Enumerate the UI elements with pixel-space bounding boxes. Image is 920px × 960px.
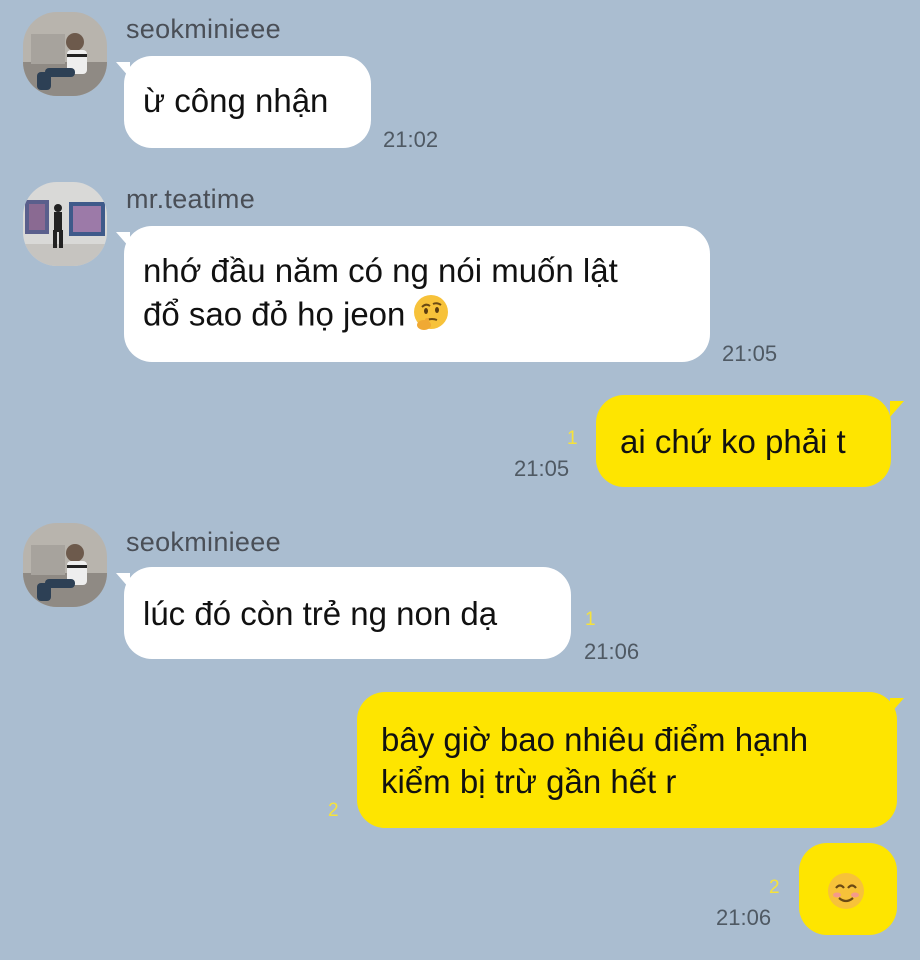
- message-timestamp: 21:06: [584, 639, 640, 664]
- message-text-line-1: nhớ đầu năm có ng nói muốn lật: [143, 252, 618, 289]
- smiling-face-emoji-icon: [826, 871, 866, 921]
- message-text: ừ công nhận: [143, 82, 329, 119]
- bubble-tail: [116, 573, 130, 589]
- message-text-line-1: bây giờ bao nhiêu điểm hạnh: [381, 721, 809, 758]
- message-timestamp: 21:02: [383, 127, 439, 152]
- bubble-tail: [116, 232, 130, 248]
- sender-name: seokminieee: [126, 527, 281, 557]
- unread-count: 1: [585, 609, 596, 630]
- sender-name: seokminieee: [126, 14, 281, 44]
- bubble-tail: [116, 62, 130, 78]
- message-bubble-outgoing[interactable]: [799, 843, 897, 935]
- message-bubble-incoming[interactable]: ừ công nhận: [124, 56, 371, 148]
- message-text: ai chứ ko phải t: [620, 423, 846, 460]
- message-timestamp: 21:05: [514, 456, 570, 481]
- profile-photo-person-sitting-icon: [23, 523, 107, 607]
- unread-count: 2: [769, 877, 780, 898]
- profile-photo-person-sitting-icon: [23, 12, 107, 96]
- message-text: lúc đó còn trẻ ng non dạ: [143, 595, 498, 632]
- avatar-seokminieee[interactable]: [23, 523, 107, 607]
- thinking-face-emoji-icon: [411, 292, 451, 342]
- message-bubble-incoming[interactable]: lúc đó còn trẻ ng non dạ: [124, 567, 571, 659]
- chat-message-list[interactable]: seokminieee ừ công nhận 21:02 mr.teatime…: [0, 0, 920, 960]
- message-text-line-2: kiểm bị trừ gần hết r: [381, 763, 677, 800]
- sender-name: mr.teatime: [126, 184, 256, 214]
- message-text-line-2: đổ sao đỏ họ jeon: [143, 295, 406, 333]
- bubble-tail: [890, 698, 904, 714]
- profile-photo-gallery-icon: [23, 182, 107, 266]
- message-bubble-incoming[interactable]: nhớ đầu năm có ng nói muốn lật đổ sao đỏ…: [124, 226, 710, 362]
- unread-count: 2: [328, 800, 339, 821]
- unread-count: 1: [567, 428, 578, 449]
- message-timestamp: 21:05: [722, 341, 778, 366]
- message-bubble-outgoing[interactable]: bây giờ bao nhiêu điểm hạnh kiểm bị trừ …: [357, 692, 897, 828]
- bubble-tail: [890, 401, 904, 417]
- avatar-seokminieee[interactable]: [23, 12, 107, 96]
- message-bubble-outgoing[interactable]: ai chứ ko phải t: [596, 395, 891, 487]
- avatar-mr-teatime[interactable]: [23, 182, 107, 266]
- message-timestamp: 21:06: [716, 905, 772, 930]
